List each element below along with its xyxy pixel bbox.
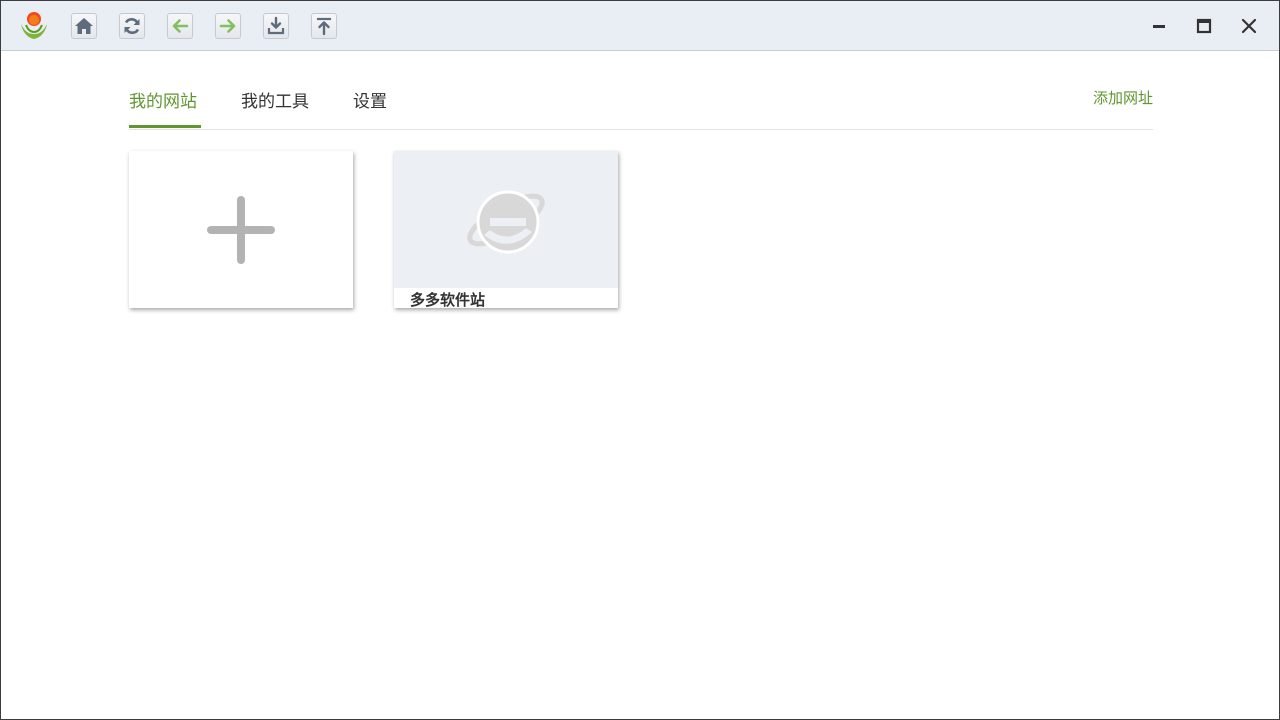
plus-icon	[207, 196, 275, 264]
refresh-button[interactable]	[119, 13, 145, 39]
tab-settings[interactable]: 设置	[353, 87, 387, 112]
close-icon	[1241, 18, 1257, 34]
arrow-right-icon	[219, 19, 236, 33]
tab-bar: 我的网站 我的工具 设置 添加网址	[129, 81, 1153, 130]
minimize-button[interactable]	[1147, 14, 1171, 38]
home-icon	[75, 18, 93, 34]
title-bar	[1, 1, 1279, 51]
ie-logo-icon	[467, 190, 545, 253]
download-icon	[267, 16, 285, 35]
maximize-icon	[1196, 18, 1212, 34]
site-card[interactable]: 多多软件站	[394, 151, 618, 308]
add-site-card[interactable]	[129, 151, 353, 308]
tab-my-tools[interactable]: 我的工具	[241, 87, 309, 112]
download-button[interactable]	[263, 13, 289, 39]
arrow-left-icon	[172, 19, 189, 33]
site-name-label: 多多软件站	[410, 291, 486, 308]
add-url-link[interactable]: 添加网址	[1093, 87, 1153, 108]
upload-icon	[317, 17, 331, 36]
app-window: 我的网站 我的工具 设置 添加网址 多多软件站	[0, 0, 1280, 720]
active-tab-indicator	[129, 125, 201, 128]
back-button[interactable]	[167, 13, 193, 39]
minimize-icon	[1153, 25, 1165, 28]
close-button[interactable]	[1237, 14, 1261, 38]
refresh-icon	[124, 18, 140, 34]
maximize-button[interactable]	[1192, 14, 1216, 38]
upload-button[interactable]	[311, 13, 337, 39]
tab-my-websites[interactable]: 我的网站	[129, 87, 197, 112]
app-logo-icon	[21, 12, 47, 39]
forward-button[interactable]	[215, 13, 241, 39]
home-button[interactable]	[71, 13, 97, 39]
site-thumbnail	[394, 151, 618, 288]
